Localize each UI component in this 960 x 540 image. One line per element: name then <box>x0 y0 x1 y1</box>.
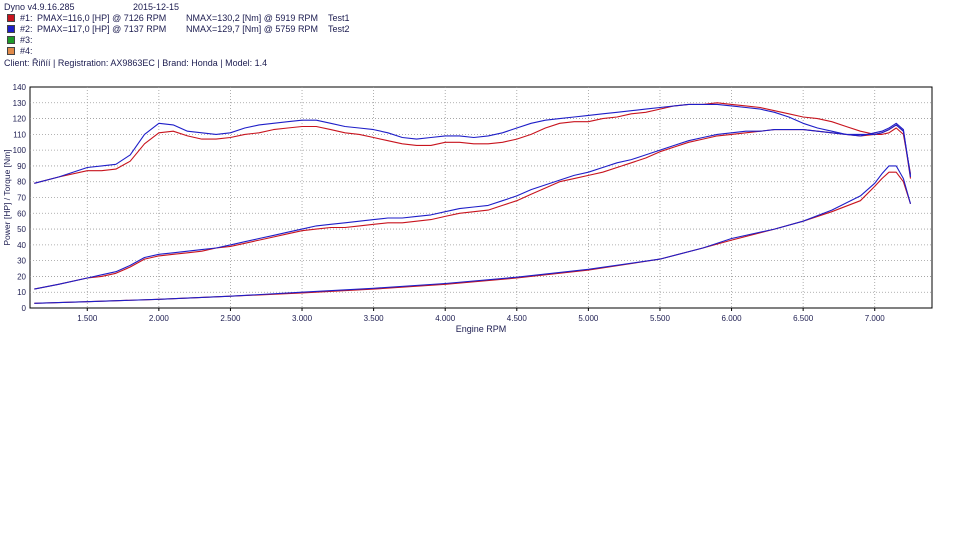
run2-id: #2: <box>20 24 33 34</box>
y-tick-label: 140 <box>13 83 27 92</box>
y-tick-label: 110 <box>13 130 26 139</box>
x-tick-label: 4.500 <box>507 314 528 323</box>
x-tick-label: 7.000 <box>865 314 886 323</box>
x-tick-label: 1.500 <box>77 314 98 323</box>
run2-name: Test2 <box>328 24 350 34</box>
x-tick-label: 2.000 <box>149 314 170 323</box>
y-tick-label: 50 <box>17 225 26 234</box>
dyno-chart: 0 10 20 30 40 50 60 70 80 90 100 110 120 130 140 1.500… <box>2 83 933 334</box>
run1-nmax: NMAX=130,2 [Nm] @ 5919 RPM <box>186 13 318 23</box>
y-tick-label: 40 <box>17 241 26 250</box>
x-tick-label: 6.500 <box>793 314 814 323</box>
y-axis-label: Power [HP] / Torque [Nm] <box>2 149 12 245</box>
y-tick-label: 90 <box>17 162 26 171</box>
y-tick-label: 70 <box>17 194 26 203</box>
test-date: 2015-12-15 <box>133 2 180 12</box>
x-axis-label: Engine RPM <box>456 324 507 334</box>
run4-id: #4: <box>20 46 33 56</box>
x-axis-ticks: 1.500 2.000 2.500 3.000 3.500 4.000 4.500 5.000… <box>77 308 885 323</box>
y-tick-label: 100 <box>13 146 27 155</box>
run1-name: Test1 <box>328 13 350 23</box>
run-header: Dyno v4.9.16.285 2015-12-15 #1: PMAX=116… <box>0 0 960 72</box>
y-tick-label: 120 <box>13 115 27 124</box>
y-tick-label: 0 <box>22 304 27 313</box>
run2-nmax: NMAX=129,7 [Nm] @ 5759 RPM <box>186 24 318 34</box>
y-tick-label: 130 <box>13 99 27 108</box>
run1-id: #1: <box>20 13 33 23</box>
y-tick-label: 80 <box>17 178 26 187</box>
x-tick-label: 4.000 <box>435 314 456 323</box>
x-tick-label: 2.500 <box>220 314 241 323</box>
run3-color-swatch <box>7 36 15 44</box>
y-axis-ticks: 0 10 20 30 40 50 60 70 80 90 100 110 120 130 140 <box>13 83 27 313</box>
y-tick-label: 30 <box>17 257 26 266</box>
x-tick-label: 5.500 <box>650 314 671 323</box>
x-tick-label: 3.000 <box>292 314 313 323</box>
client-info: Client: Řiñíí | Registration: AX9863EC |… <box>4 58 268 68</box>
run2-color-swatch <box>7 25 15 33</box>
run4-color-swatch <box>7 47 15 55</box>
y-tick-label: 60 <box>17 209 26 218</box>
y-tick-label: 10 <box>17 288 26 297</box>
y-tick-label: 20 <box>17 272 26 281</box>
x-tick-label: 6.000 <box>722 314 743 323</box>
run3-id: #3: <box>20 35 33 45</box>
run2-pmax: PMAX=117,0 [HP] @ 7137 RPM <box>37 24 167 34</box>
x-tick-label: 5.000 <box>578 314 599 323</box>
software-version: Dyno v4.9.16.285 <box>4 2 75 12</box>
run1-color-swatch <box>7 14 15 22</box>
x-tick-label: 3.500 <box>364 314 385 323</box>
run1-pmax: PMAX=116,0 [HP] @ 7126 RPM <box>37 13 167 23</box>
